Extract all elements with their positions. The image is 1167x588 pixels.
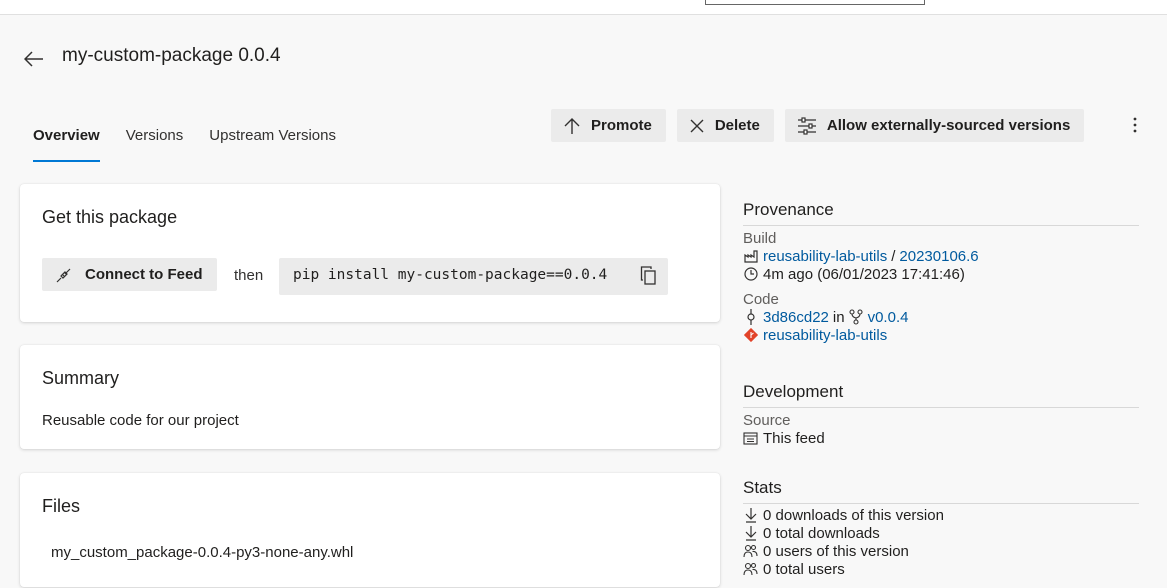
install-command: pip install my-custom-package==0.0.4 bbox=[279, 258, 668, 295]
users-icon bbox=[743, 544, 758, 558]
stats-title: Stats bbox=[743, 478, 1139, 504]
files-card: Files my_custom_package-0.0.4-py3-none-a… bbox=[20, 473, 720, 587]
users-icon bbox=[743, 562, 758, 576]
then-text: then bbox=[234, 267, 264, 284]
source-label: Source bbox=[743, 412, 791, 429]
summary-title: Summary bbox=[42, 368, 120, 388]
build-row: reusability-lab-utils / 20230106.6 bbox=[743, 247, 1139, 265]
in-text: in bbox=[832, 308, 845, 326]
connect-to-feed-button[interactable]: Connect to Feed bbox=[42, 258, 217, 291]
allow-external-versions-button[interactable]: Allow externally-sourced versions bbox=[784, 109, 1085, 142]
arrow-up-icon bbox=[563, 117, 581, 135]
git-repo-icon bbox=[743, 328, 758, 342]
tab-versions[interactable]: Versions bbox=[113, 125, 197, 163]
source-value: This feed bbox=[763, 429, 825, 447]
build-time-row: 4m ago (06/01/2023 17:41:46) bbox=[743, 265, 1139, 283]
stat-downloads-version: 0 downloads of this version bbox=[743, 506, 1139, 524]
repo-row: reusability-lab-utils bbox=[743, 326, 1139, 344]
users-version-text: 0 users of this version bbox=[763, 542, 909, 560]
branch-icon bbox=[849, 309, 864, 325]
repo-link[interactable]: reusability-lab-utils bbox=[763, 327, 887, 344]
provenance-section: Provenance Build reusability-lab-utils /… bbox=[743, 200, 1139, 344]
more-options-icon[interactable] bbox=[1126, 114, 1144, 136]
pipeline-link[interactable]: reusability-lab-utils bbox=[763, 248, 887, 265]
tab-overview[interactable]: Overview bbox=[20, 125, 113, 163]
provenance-title: Provenance bbox=[743, 200, 1139, 226]
download-icon bbox=[743, 507, 758, 523]
back-arrow-icon[interactable] bbox=[22, 47, 46, 71]
promote-label: Promote bbox=[591, 117, 652, 134]
tag-link[interactable]: v0.0.4 bbox=[868, 309, 909, 326]
promote-button[interactable]: Promote bbox=[551, 109, 666, 142]
tab-bar: Overview Versions Upstream Versions bbox=[20, 125, 349, 163]
allow-external-label: Allow externally-sourced versions bbox=[826, 117, 1071, 134]
build-separator: / bbox=[891, 247, 896, 265]
get-package-card: Get this package Connect to Feed then pi… bbox=[20, 184, 720, 322]
summary-card: Summary Reusable code for our project bbox=[20, 345, 720, 449]
file-item[interactable]: my_custom_package-0.0.4-py3-none-any.whl bbox=[51, 544, 353, 561]
delete-label: Delete bbox=[714, 117, 760, 134]
commit-icon bbox=[743, 309, 758, 325]
build-number-link[interactable]: 20230106.6 bbox=[899, 248, 978, 265]
downloads-version-text: 0 downloads of this version bbox=[763, 506, 944, 524]
stat-downloads-total: 0 total downloads bbox=[743, 524, 1139, 542]
code-label: Code bbox=[743, 291, 779, 308]
build-label: Build bbox=[743, 230, 777, 247]
top-bar bbox=[0, 0, 1167, 15]
copy-icon[interactable] bbox=[640, 266, 657, 285]
tab-upstream-versions[interactable]: Upstream Versions bbox=[196, 125, 349, 163]
delete-button[interactable]: Delete bbox=[676, 109, 774, 142]
get-package-title: Get this package bbox=[42, 207, 178, 227]
close-icon bbox=[689, 118, 705, 134]
commit-row: 3d86cd22 in v0.0.4 bbox=[743, 308, 1139, 326]
install-command-text: pip install my-custom-package==0.0.4 bbox=[293, 267, 608, 283]
download-icon bbox=[743, 525, 758, 541]
development-title: Development bbox=[743, 382, 1139, 408]
plug-icon bbox=[56, 267, 72, 283]
users-total-text: 0 total users bbox=[763, 560, 845, 578]
build-time: 4m ago (06/01/2023 17:41:46) bbox=[763, 265, 965, 283]
downloads-total-text: 0 total downloads bbox=[763, 524, 880, 542]
stats-section: Stats 0 downloads of this version 0 tota… bbox=[743, 478, 1139, 578]
page-title: my-custom-package 0.0.4 bbox=[62, 45, 281, 66]
source-row: This feed bbox=[743, 429, 1139, 447]
settings-sliders-icon bbox=[797, 116, 817, 135]
action-bar: Promote Delete Allow externally-sourced … bbox=[551, 109, 1085, 142]
development-section: Development Source This feed bbox=[743, 382, 1139, 447]
stat-users-version: 0 users of this version bbox=[743, 542, 1139, 560]
clock-icon bbox=[743, 267, 758, 281]
summary-text: Reusable code for our project bbox=[42, 412, 239, 429]
connect-to-feed-label: Connect to Feed bbox=[85, 266, 203, 283]
stat-users-total: 0 total users bbox=[743, 560, 1139, 578]
build-pipeline-icon bbox=[743, 249, 758, 263]
files-title: Files bbox=[42, 496, 81, 516]
feed-icon bbox=[743, 431, 758, 445]
commit-link[interactable]: 3d86cd22 bbox=[763, 309, 829, 326]
search-box[interactable] bbox=[705, 0, 925, 5]
